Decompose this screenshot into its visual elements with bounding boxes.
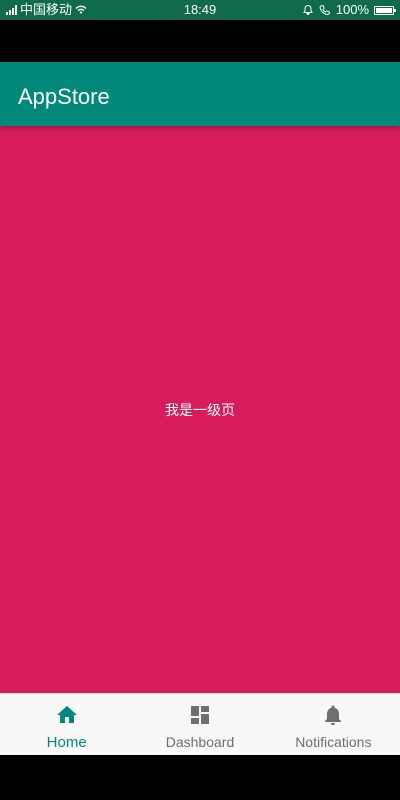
- call-icon: [319, 4, 330, 16]
- tab-home-label: Home: [46, 734, 87, 751]
- tab-dashboard[interactable]: Dashboard: [133, 694, 266, 755]
- bottom-navigation: Home Dashboard Notifications: [0, 693, 400, 755]
- system-nav-area: [0, 755, 400, 800]
- battery-fill: [376, 7, 392, 13]
- page-text: 我是一级页: [165, 403, 235, 419]
- dashboard-icon: [190, 706, 209, 724]
- status-bar: 中国移动 18:49 100%: [0, 0, 400, 20]
- alarm-icon: [302, 4, 313, 15]
- battery-percent: 100%: [335, 2, 369, 17]
- tab-home[interactable]: Home: [0, 694, 133, 755]
- app-title: AppStore: [18, 84, 110, 109]
- tab-notifications[interactable]: Notifications: [267, 694, 400, 755]
- status-time: 18:49: [183, 2, 217, 17]
- tab-notifications-label: Notifications: [295, 734, 372, 750]
- phone-screen: 中国移动 18:49 100% AppStore 我是一级页 Home Dash…: [0, 0, 400, 800]
- app-bar: AppStore: [0, 62, 400, 126]
- bell-icon: [325, 705, 342, 725]
- battery-icon: [374, 5, 396, 15]
- home-icon: [56, 706, 77, 723]
- tab-dashboard-label: Dashboard: [165, 734, 235, 750]
- main-content: 我是一级页: [0, 126, 400, 693]
- status-right: 100%: [302, 0, 396, 20]
